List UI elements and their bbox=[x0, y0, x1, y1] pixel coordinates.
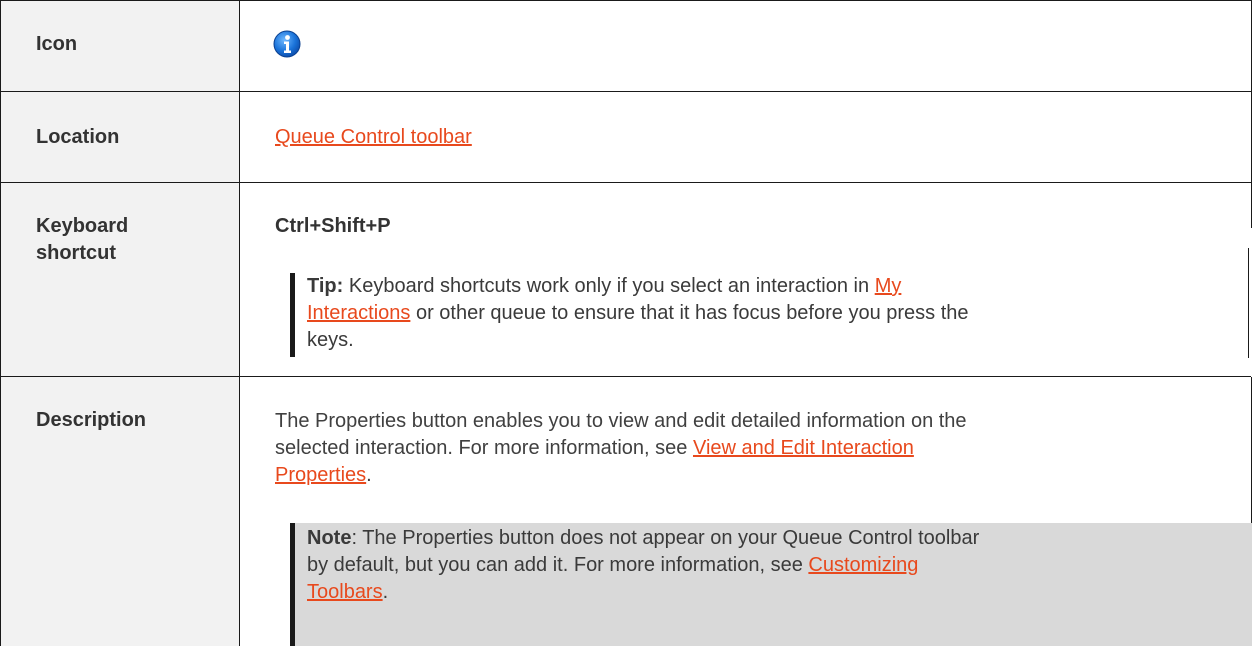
note-label: Note bbox=[307, 527, 352, 549]
row-divider bbox=[1, 91, 1251, 92]
tip-text-line: Keyboard shortcuts work only if you sele… bbox=[348, 275, 870, 297]
row-divider bbox=[1, 182, 1251, 183]
view-edit-properties-link[interactable]: View and Edit Interaction bbox=[693, 437, 914, 459]
info-icon bbox=[273, 30, 301, 58]
note-text-line: : The Properties button does not appear … bbox=[351, 527, 980, 549]
properties-table: Icon Location Queue Control toolbar Keyb… bbox=[0, 0, 1252, 646]
tip-label: Tip: bbox=[307, 275, 344, 297]
location-value: Queue Control toolbar bbox=[275, 124, 472, 151]
customizing-toolbars-link[interactable]: Toolbars bbox=[307, 581, 383, 603]
label-line: Keyboard bbox=[36, 215, 129, 237]
label-line: shortcut bbox=[36, 242, 116, 264]
customizing-toolbars-link[interactable]: Customizing bbox=[808, 554, 918, 576]
description-line: selected interaction. For more informati… bbox=[275, 437, 688, 459]
column-divider bbox=[239, 0, 240, 646]
row-divider bbox=[1, 376, 1251, 377]
period: . bbox=[366, 464, 372, 486]
row-label-icon: Icon bbox=[36, 33, 78, 55]
tip-text: Tip: Keyboard shortcuts work only if you… bbox=[307, 273, 1237, 354]
note-text: Note: The Properties button does not app… bbox=[307, 525, 1237, 606]
note-box: Note: The Properties button does not app… bbox=[290, 523, 1252, 646]
description-text: The Properties button enables you to vie… bbox=[275, 408, 1205, 489]
tip-box: Tip: Keyboard shortcuts work only if you… bbox=[290, 273, 1252, 357]
row-divider-top bbox=[1, 0, 1251, 1]
queue-control-toolbar-link[interactable]: Queue Control toolbar bbox=[275, 126, 472, 148]
my-interactions-link[interactable]: Interactions bbox=[307, 302, 410, 324]
table-border-left bbox=[0, 0, 1, 646]
period: . bbox=[382, 581, 389, 603]
header-column bbox=[1, 0, 239, 646]
row-label-keyboard-shortcut: Keyboard shortcut bbox=[36, 213, 128, 267]
view-edit-properties-link[interactable]: Properties bbox=[275, 464, 366, 486]
shortcut-keys: Ctrl+Shift+P bbox=[275, 215, 391, 237]
my-interactions-link[interactable]: My bbox=[875, 275, 902, 297]
note-text-line: by default, but you can add it. For more… bbox=[307, 554, 803, 576]
tip-right-border bbox=[1248, 248, 1249, 358]
row-label-location: Location bbox=[36, 126, 120, 148]
tip-text-line: or other queue to ensure that it has foc… bbox=[415, 302, 969, 324]
description-line: The Properties button enables you to vie… bbox=[275, 410, 967, 432]
row-label-description: Description bbox=[36, 409, 147, 431]
tip-text-line: keys. bbox=[307, 329, 354, 351]
